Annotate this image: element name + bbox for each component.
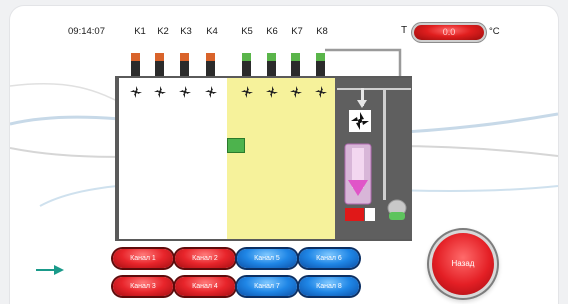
zone-left [119, 78, 227, 239]
clock-time: 09:14:07 [68, 26, 105, 37]
channel-1-button[interactable]: Канал 1 [113, 249, 173, 268]
channel-label-k8: K8 [316, 26, 328, 37]
fan-icon [266, 86, 278, 98]
flask-icon [387, 199, 407, 220]
channel-8-button[interactable]: Канал 8 [299, 277, 359, 296]
channel-label-k6: K6 [266, 26, 278, 37]
fan-icon [315, 86, 327, 98]
service-equipment [337, 88, 411, 221]
temperature-unit: °C [489, 26, 500, 37]
channel-7-button[interactable]: Канал 7 [237, 277, 297, 296]
temperature-label: T [401, 25, 408, 36]
fan-icon [179, 86, 191, 98]
channel-label-k4: K4 [206, 26, 218, 37]
fan-icon [290, 86, 302, 98]
channel-6-button[interactable]: Канал 6 [299, 249, 359, 268]
channel-5-button[interactable]: Канал 5 [237, 249, 297, 268]
channel-label-k7: K7 [291, 26, 303, 37]
fan-icon [205, 86, 217, 98]
channel-label-k1: K1 [134, 26, 146, 37]
heater-icon [344, 143, 372, 205]
zone-right [227, 78, 335, 239]
channel-label-k2: K2 [157, 26, 169, 37]
channel-4-button[interactable]: Канал 4 [175, 277, 235, 296]
temperature-readout: 0.0 [414, 25, 484, 40]
arrow-right-icon [36, 265, 64, 275]
fan-icon [241, 86, 253, 98]
channel-label-k5: K5 [241, 26, 253, 37]
channel-3-button[interactable]: Канал 3 [113, 277, 173, 296]
back-button[interactable]: Назад [432, 233, 494, 295]
fan-icon [154, 86, 166, 98]
door-icon [227, 138, 245, 153]
channel-label-k3: K3 [180, 26, 192, 37]
fan-icon [349, 110, 371, 132]
channel-2-button[interactable]: Канал 2 [175, 249, 235, 268]
fan-icon [130, 86, 142, 98]
